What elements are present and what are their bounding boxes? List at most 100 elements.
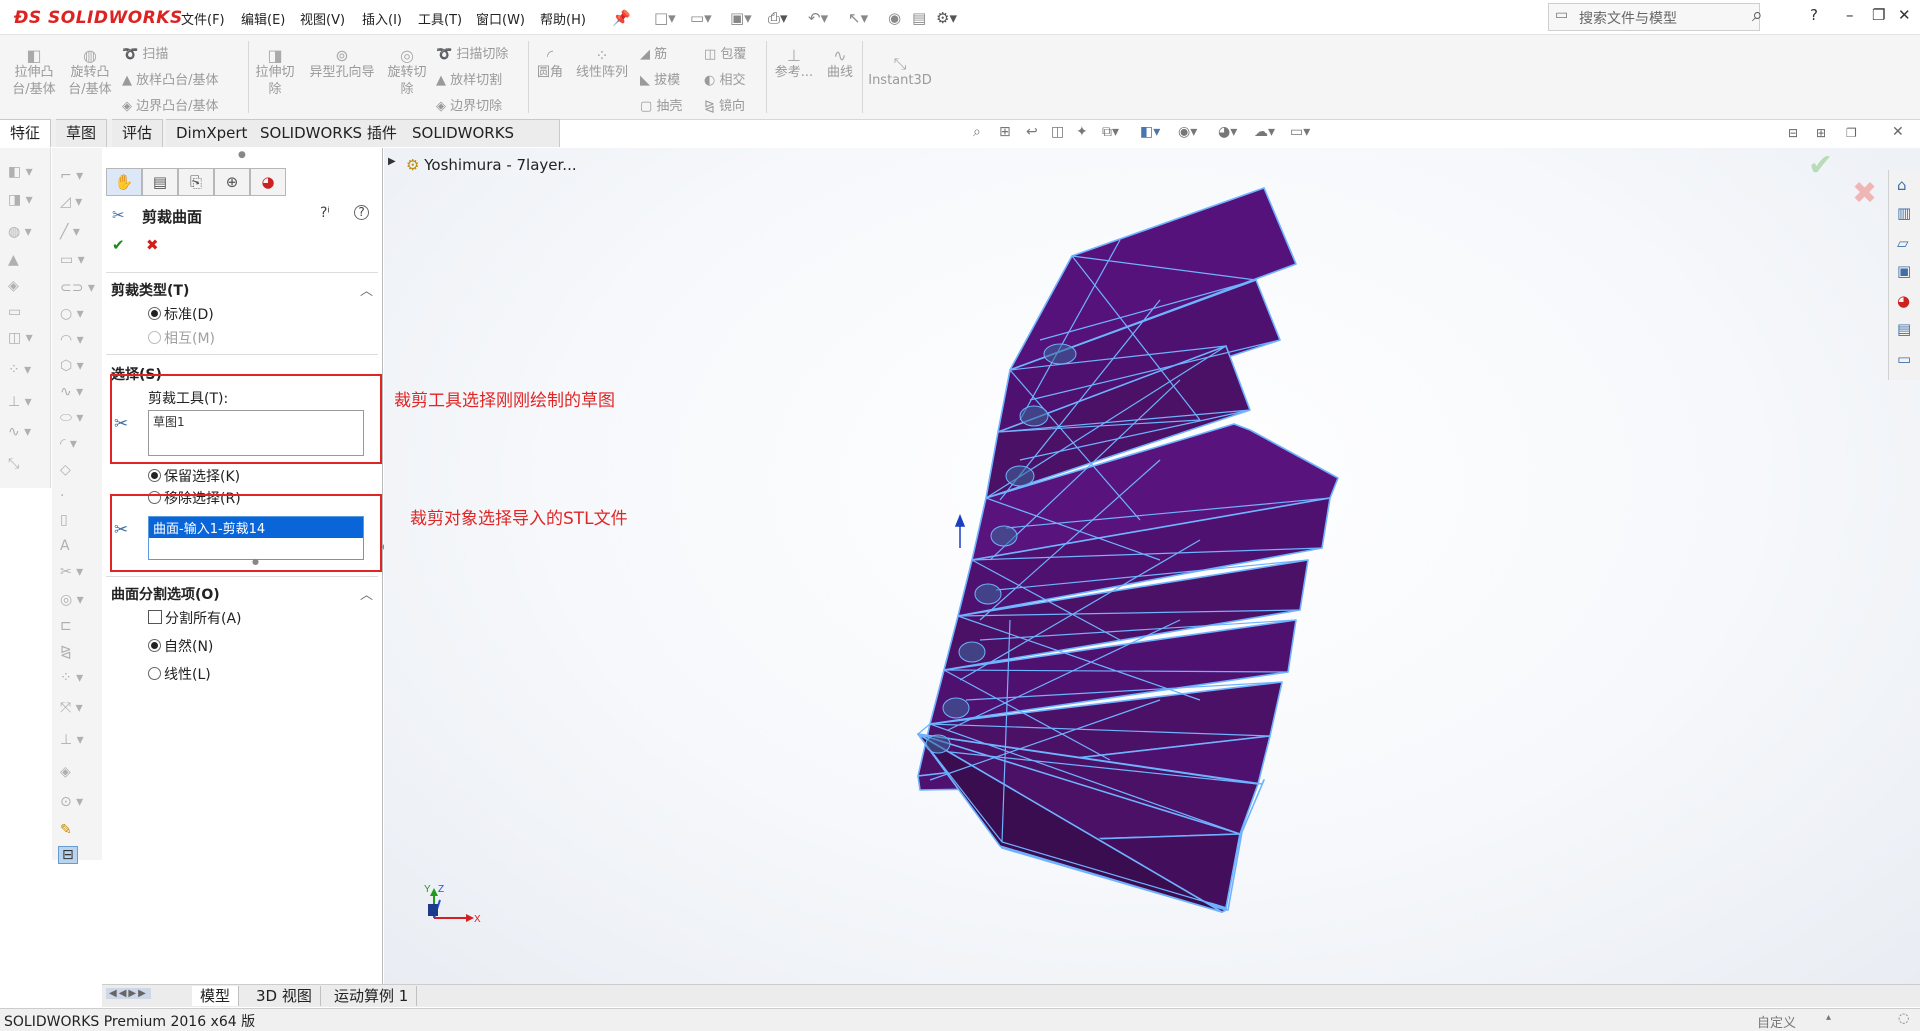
fillet-button[interactable]: ◜ 圆角: [532, 47, 568, 81]
point-icon[interactable]: ·: [60, 488, 64, 504]
menu-file[interactable]: 文件(F): [181, 9, 225, 28]
previous-view-icon[interactable]: ↩: [1026, 124, 1038, 140]
resize-grip[interactable]: ●: [252, 557, 259, 566]
instant3d-icon[interactable]: ⤡: [8, 456, 19, 472]
linear-sketch-pattern-icon[interactable]: ⁘ ▾: [60, 670, 83, 686]
save-icon[interactable]: ▣▾: [730, 9, 752, 27]
mirror-entities-icon[interactable]: ⧎: [60, 644, 72, 660]
loft-cut-button[interactable]: ▲ 放样切割: [436, 69, 502, 88]
dynamic-annotation-icon[interactable]: ✦: [1076, 124, 1088, 140]
slot-icon[interactable]: ⊂⊃ ▾: [60, 280, 95, 296]
revolve-boss-button[interactable]: ◍ 旋转凸台/基体: [64, 47, 116, 98]
help-button[interactable]: ?: [1810, 6, 1818, 24]
rapid-sketch-icon[interactable]: ✎: [60, 822, 72, 838]
standard-radio[interactable]: 标准(D): [148, 304, 214, 324]
polygon-icon[interactable]: ⬡ ▾: [60, 358, 84, 374]
pattern-icon[interactable]: ⁘ ▾: [8, 362, 31, 378]
offset-surface-icon[interactable]: ◫ ▾: [8, 330, 33, 346]
keep-selections-radio[interactable]: 保留选择(K): [148, 466, 240, 486]
new-file-icon[interactable]: □▾: [654, 9, 676, 27]
display-delete-relations-icon[interactable]: ⊥ ▾: [60, 732, 84, 748]
boundary-boss-button[interactable]: ◈ 边界凸台/基体: [122, 95, 219, 114]
search-icon[interactable]: ⌕: [1752, 4, 1763, 26]
tab-mbd[interactable]: SOLIDWORKS MBD: [402, 119, 560, 169]
rectangle-icon[interactable]: ▭ ▾: [60, 252, 85, 268]
viewport-expand-icon[interactable]: ⊞: [1816, 126, 1826, 140]
tab-addins[interactable]: SOLIDWORKS 插件: [250, 119, 408, 147]
options-gear-icon[interactable]: ⚙▾: [936, 9, 957, 27]
close-button[interactable]: ✕: [1898, 6, 1911, 24]
curves-button[interactable]: ∿ 曲线: [820, 47, 860, 81]
rib-button[interactable]: ◢ 筋: [640, 43, 667, 62]
move-entities-icon[interactable]: ⤧ ▾: [60, 700, 83, 716]
trim-type-header[interactable]: 剪裁类型(T): [111, 280, 189, 300]
cut-icon[interactable]: ◨ ▾: [8, 192, 33, 208]
extrude-icon[interactable]: ◧ ▾: [8, 164, 33, 180]
tab-scroll-arrows-icon[interactable]: ◀◀▶▶: [106, 988, 151, 999]
yoshimura-model-view[interactable]: X Y Z: [384, 148, 1920, 984]
loft-icon[interactable]: ▲: [8, 252, 19, 268]
view-orientation-icon[interactable]: ⧉▾: [1102, 124, 1119, 140]
ellipse-icon[interactable]: ⬭ ▾: [60, 410, 83, 426]
panel-splitter[interactable]: ●: [238, 150, 246, 160]
split-all-checkbox[interactable]: 分割所有(A): [148, 608, 242, 628]
trim-tool-selection-box[interactable]: 草图1: [148, 410, 364, 456]
fillet-sketch-icon[interactable]: ◜ ▾: [60, 436, 77, 452]
mirror-button[interactable]: ⧎ 镜向: [704, 95, 745, 114]
dimxpert-manager-tab-icon[interactable]: ⊕: [214, 168, 250, 196]
extrude-cut-button[interactable]: ◨ 拉伸切除: [252, 47, 298, 98]
minimize-button[interactable]: –: [1846, 6, 1854, 24]
instant2d-icon[interactable]: ⊟: [58, 846, 78, 864]
curve-icon[interactable]: ∿ ▾: [8, 424, 31, 440]
display-style-icon[interactable]: ◧▾: [1140, 124, 1160, 140]
draft-button[interactable]: ◣ 拔模: [640, 69, 680, 88]
help-icon[interactable]: ?: [354, 205, 369, 220]
tooltip-icon[interactable]: ◌: [1898, 1011, 1909, 1026]
natural-radio[interactable]: 自然(N): [148, 636, 213, 656]
restore-button[interactable]: ❐: [1872, 6, 1885, 24]
boundary-cut-button[interactable]: ◈ 边界切除: [436, 95, 502, 114]
sweep-button[interactable]: ➰ 扫描: [122, 43, 168, 62]
selected-surface-item[interactable]: 曲面-输入1-剪裁14: [149, 517, 363, 538]
revolve-icon[interactable]: ◍ ▾: [8, 224, 32, 240]
apply-scene-icon[interactable]: ☁▾: [1254, 124, 1275, 140]
spline-icon[interactable]: ∿ ▾: [60, 384, 83, 400]
open-file-icon[interactable]: ▭▾: [690, 9, 712, 27]
menu-view[interactable]: 视图(V): [300, 9, 345, 28]
edit-appearance-icon[interactable]: ◕▾: [1218, 124, 1237, 140]
sweep-icon[interactable]: ◈: [8, 278, 19, 294]
section-view-icon[interactable]: ◫: [1051, 124, 1064, 140]
viewport-toggle-icon[interactable]: ⊟: [1788, 126, 1798, 140]
tab-motion-study[interactable]: 运动算例 1: [326, 986, 418, 1006]
viewport-close-icon[interactable]: ✕: [1892, 124, 1904, 140]
linear-radio[interactable]: 线性(L): [148, 664, 211, 684]
arc-icon[interactable]: ◠ ▾: [60, 332, 84, 348]
viewport-restore-icon[interactable]: ❐: [1846, 126, 1857, 140]
smart-dimension-icon[interactable]: ◿ ▾: [60, 194, 82, 210]
split-options-header[interactable]: 曲面分割选项(O): [111, 584, 220, 604]
file-properties-icon[interactable]: ▤: [912, 9, 926, 27]
configuration-manager-tab-icon[interactable]: ⎘: [178, 168, 214, 196]
collapse-chevron-icon[interactable]: ︿: [360, 584, 373, 603]
reference-icon[interactable]: ⊥ ▾: [8, 394, 32, 410]
menu-tools[interactable]: 工具(T): [418, 9, 462, 28]
display-manager-tab-icon[interactable]: ◕: [250, 168, 286, 196]
convert-entities-icon[interactable]: ◎ ▾: [60, 592, 84, 608]
solidworks-logo[interactable]: ƉS SOLIDWORKS: [14, 8, 183, 28]
hole-wizard-button[interactable]: ⊚ 异型孔向导: [302, 47, 382, 81]
customize-label[interactable]: 自定义: [1757, 1012, 1796, 1031]
feature-manager-tab-icon[interactable]: ▤: [142, 168, 178, 196]
rebuild-icon[interactable]: ◉: [888, 9, 901, 27]
linear-pattern-button[interactable]: ⁘ 线性阵列: [570, 47, 634, 81]
instant3d-button[interactable]: ⤡ Instant3D: [866, 55, 934, 89]
wrap-button[interactable]: ◫ 包覆: [704, 43, 746, 62]
intersect-button[interactable]: ◐ 相交: [704, 69, 746, 88]
loft-boss-button[interactable]: ▲ 放样凸台/基体: [122, 69, 219, 88]
repair-sketch-icon[interactable]: ◈: [60, 764, 71, 780]
ok-check-icon[interactable]: ✔: [112, 236, 125, 254]
circle-icon[interactable]: ○ ▾: [60, 306, 84, 322]
pin-icon[interactable]: 📌: [612, 9, 631, 27]
status-dropdown-icon[interactable]: ▴: [1826, 1012, 1831, 1023]
property-manager-tab-icon[interactable]: ✋: [106, 168, 142, 196]
collapse-chevron-icon[interactable]: ︿: [360, 280, 373, 299]
